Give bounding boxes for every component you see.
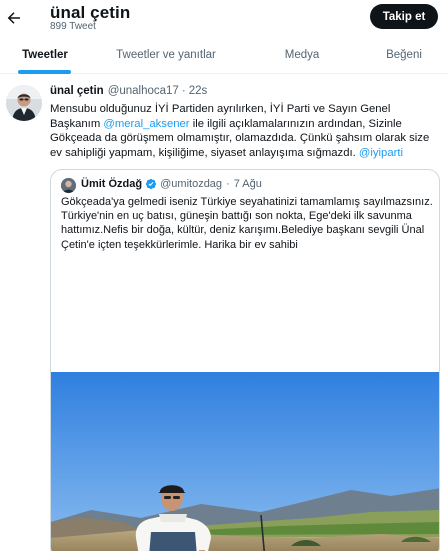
tab-tweetler[interactable]: Tweetler [0, 36, 90, 74]
arrow-left-icon [7, 12, 20, 24]
profile-header: ünal çetin 899 Tweet Takip et [0, 0, 448, 36]
tweet-author-name[interactable]: ünal çetin [50, 85, 104, 97]
quoted-tweet[interactable]: Ümit Özdağ @umitozdag · 7 Ağu Gökçeada'ya … [50, 169, 440, 551]
profile-tabs: Tweetler Tweetler ve yanıtlar Medya Beğe… [0, 36, 448, 74]
active-tab-indicator [18, 70, 71, 74]
quoted-header: Ümit Özdağ @umitozdag · 7 Ağu [81, 178, 262, 190]
tab-tweetler-ve-yanitlar[interactable]: Tweetler ve yanıtlar [100, 36, 232, 74]
avatar[interactable] [6, 85, 42, 121]
tweet-header: ünal çetin @unalhoca17 · 22s [50, 85, 207, 97]
tab-begeni[interactable]: Beğeni [372, 36, 436, 74]
tweet-time[interactable]: 22s [189, 85, 208, 97]
back-button[interactable] [2, 6, 26, 30]
mention-link[interactable]: @meral_aksener [103, 118, 189, 130]
follow-button[interactable]: Takip et [370, 4, 438, 29]
mention-link[interactable]: @iyiparti [359, 147, 403, 159]
quoted-text: Gökçeada'ya gelmedi iseniz Türkiye seyah… [61, 196, 433, 251]
profile-name: ünal çetin [50, 3, 131, 22]
quoted-photo[interactable] [51, 372, 440, 551]
tweet-text: Mensubu olduğunuz İYİ Partiden ayrılırke… [50, 102, 440, 160]
quoted-author-name: Ümit Özdağ [81, 178, 143, 190]
tweet-count: 899 Tweet [50, 21, 96, 32]
tab-medya[interactable]: Medya [270, 36, 334, 74]
tweet-author-handle[interactable]: @unalhoca17 [108, 85, 179, 97]
quoted-dot: · [226, 178, 230, 190]
avatar-image [6, 85, 42, 121]
quoted-avatar [61, 178, 76, 193]
quoted-author-handle: @umitozdag [160, 178, 223, 190]
tweet-dot: · [181, 85, 186, 97]
quoted-date: 7 Ağu [233, 178, 262, 190]
verified-badge-icon [146, 178, 157, 190]
tweet[interactable]: ünal çetin @unalhoca17 · 22s Mensubu olduğu… [0, 75, 448, 551]
